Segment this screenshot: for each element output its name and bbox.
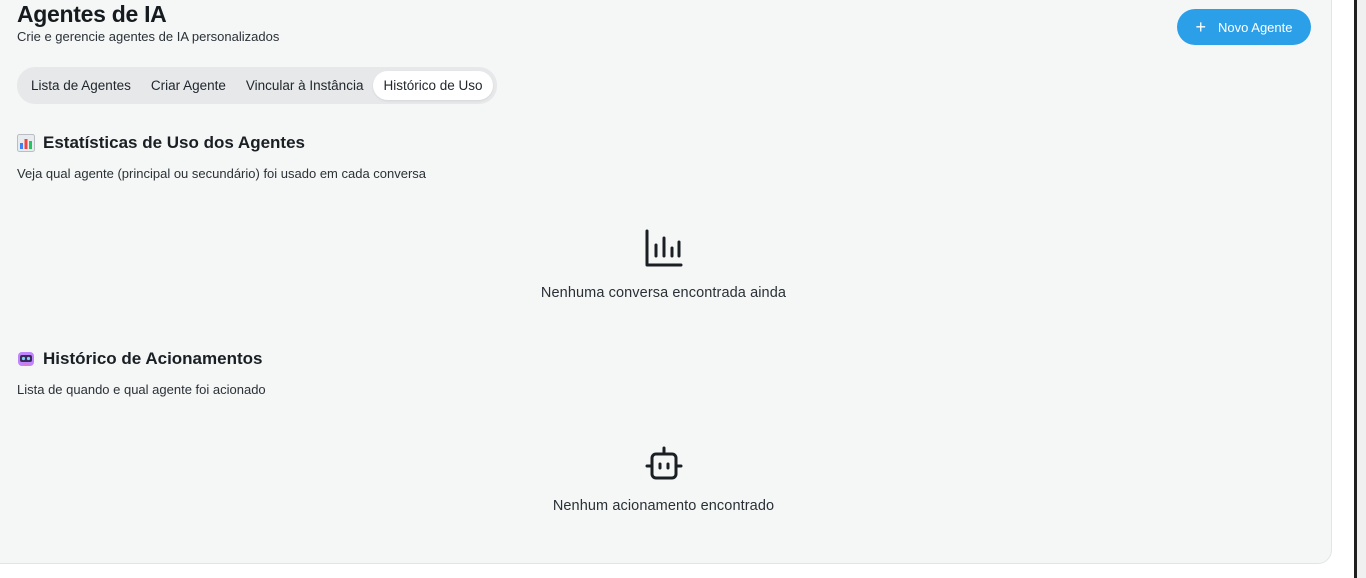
bar-chart-emoji-icon (17, 134, 35, 152)
activation-history-empty-text: Nenhum acionamento encontrado (552, 498, 775, 514)
usage-stats-empty-text: Nenhuma conversa encontrada ainda (540, 285, 787, 301)
new-agent-button-label: Novo Agente (1218, 19, 1293, 35)
activation-history-empty-state: Nenhum acionamento encontrado (0, 445, 1327, 514)
tab-link-instance[interactable]: Vincular à Instância (236, 71, 374, 100)
usage-stats-description: Veja qual agente (principal ou secundári… (17, 166, 427, 181)
bot-icon (644, 445, 684, 486)
new-agent-button[interactable]: + Novo Agente (1177, 9, 1311, 45)
usage-stats-title-text: Estatísticas de Uso dos Agentes (43, 133, 306, 152)
tab-usage-history[interactable]: Histórico de Uso (373, 71, 493, 100)
usage-stats-title: Estatísticas de Uso dos Agentes (17, 133, 305, 153)
usage-stats-empty-state: Nenhuma conversa encontrada ainda (0, 228, 1327, 301)
activation-history-description: Lista de quando e qual agente foi aciona… (17, 382, 266, 397)
scrollbar-track[interactable] (1357, 0, 1366, 578)
activation-history-title-text: Histórico de Acionamentos (43, 349, 263, 368)
plus-icon: + (1195, 16, 1207, 37)
page-subtitle: Crie e gerencie agentes de IA personaliz… (17, 29, 280, 44)
activation-history-title: Histórico de Acionamentos (17, 349, 262, 369)
robot-emoji-icon (17, 350, 35, 368)
tab-agent-list[interactable]: Lista de Agentes (21, 71, 141, 100)
bar-chart-icon (644, 228, 684, 273)
tab-create-agent[interactable]: Criar Agente (141, 71, 236, 100)
page-gutter (1334, 0, 1354, 578)
page-title: Agentes de IA (17, 1, 167, 27)
tab-bar: Lista de Agentes Criar Agente Vincular à… (17, 67, 497, 104)
app-viewport: Agentes de IA Crie e gerencie agentes de… (0, 0, 1366, 578)
